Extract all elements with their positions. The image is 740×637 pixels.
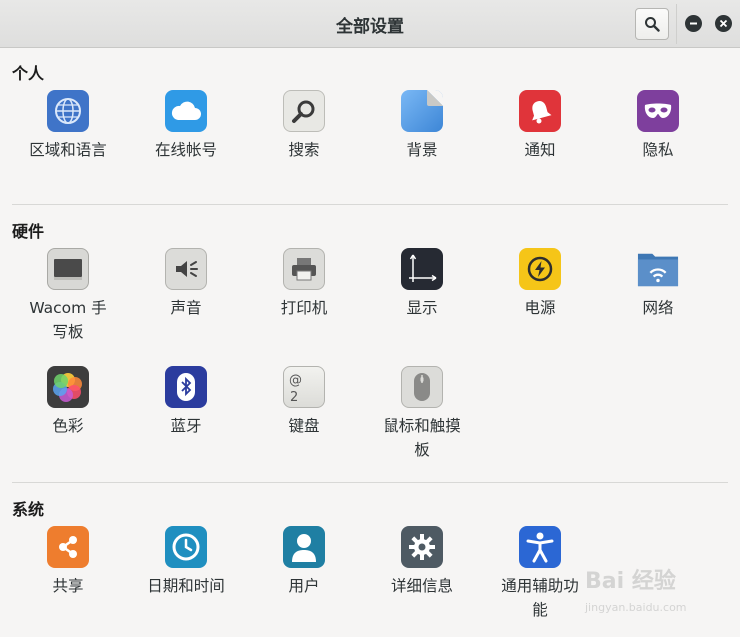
panel-label: 网络 bbox=[642, 299, 674, 317]
gear-icon bbox=[401, 526, 443, 568]
panel-privacy[interactable]: 隐私 bbox=[599, 90, 717, 162]
power-bolt-icon bbox=[519, 248, 561, 290]
panel-background[interactable]: 背景 bbox=[363, 90, 481, 162]
panel-label: 隐私 bbox=[642, 141, 674, 159]
panel-label: 通知 bbox=[524, 141, 556, 159]
panel-label: 搜索 bbox=[288, 141, 320, 159]
panel-label: 鼠标和触摸板 bbox=[383, 417, 461, 459]
panel-label: 蓝牙 bbox=[170, 417, 202, 435]
display-axes-icon bbox=[401, 248, 443, 290]
search-icon bbox=[645, 17, 660, 32]
section-divider bbox=[12, 482, 728, 483]
header-separator bbox=[676, 4, 677, 44]
section-title-personal: 个人 bbox=[12, 64, 45, 83]
panel-label: 用户 bbox=[288, 577, 320, 595]
close-button[interactable] bbox=[715, 15, 732, 32]
panel-label: 在线帐号 bbox=[154, 141, 217, 159]
panel-wacom-tablet[interactable]: Wacom 手写板 bbox=[9, 248, 127, 344]
panel-label: 详细信息 bbox=[390, 577, 453, 595]
mask-icon bbox=[637, 90, 679, 132]
close-icon bbox=[719, 19, 728, 28]
panel-displays[interactable]: 显示 bbox=[363, 248, 481, 320]
panel-label: 显示 bbox=[406, 299, 438, 317]
panel-keyboard[interactable]: @2 键盘 bbox=[245, 366, 363, 438]
watermark-text: Bai 经验 bbox=[585, 569, 676, 594]
panel-network[interactable]: 网络 bbox=[599, 248, 717, 320]
panel-label: 背景 bbox=[406, 141, 438, 159]
panel-date-time[interactable]: 日期和时间 bbox=[127, 526, 245, 598]
network-folder-icon bbox=[637, 248, 679, 290]
panel-region-language[interactable]: 区域和语言 bbox=[9, 90, 127, 162]
panel-sharing[interactable]: 共享 bbox=[9, 526, 127, 598]
panel-notifications[interactable]: 通知 bbox=[481, 90, 599, 162]
cloud-icon bbox=[165, 90, 207, 132]
globe-icon bbox=[47, 90, 89, 132]
section-divider bbox=[12, 204, 728, 205]
wallpaper-icon bbox=[401, 90, 443, 132]
magnifier-icon bbox=[283, 90, 325, 132]
panel-users[interactable]: 用户 bbox=[245, 526, 363, 598]
panel-label: 键盘 bbox=[288, 417, 320, 435]
bell-icon bbox=[519, 90, 561, 132]
panel-search[interactable]: 搜索 bbox=[245, 90, 363, 162]
share-icon bbox=[47, 526, 89, 568]
minimize-icon bbox=[690, 22, 697, 25]
keyboard-key-icon: @2 bbox=[283, 366, 325, 408]
panel-label: Wacom 手写板 bbox=[29, 299, 107, 341]
tablet-icon bbox=[47, 248, 89, 290]
panel-label: 共享 bbox=[52, 577, 84, 595]
panel-label: 电源 bbox=[524, 299, 556, 317]
panel-mouse-touchpad[interactable]: 鼠标和触摸板 bbox=[363, 366, 481, 462]
panel-label: 区域和语言 bbox=[29, 141, 107, 159]
accessibility-person-icon bbox=[519, 526, 561, 568]
watermark: Bai 经验 jingyan.baidu.com bbox=[585, 563, 735, 633]
header-bar: 全部设置 bbox=[0, 0, 740, 48]
svg-text:2: 2 bbox=[290, 390, 298, 405]
clock-icon bbox=[165, 526, 207, 568]
watermark-subtext: jingyan.baidu.com bbox=[585, 601, 687, 614]
printer-icon bbox=[283, 248, 325, 290]
panel-details[interactable]: 详细信息 bbox=[363, 526, 481, 598]
search-button[interactable] bbox=[635, 8, 669, 40]
window-title: 全部设置 bbox=[336, 17, 404, 37]
svg-text:@: @ bbox=[289, 373, 302, 388]
panel-label: 打印机 bbox=[280, 299, 328, 317]
user-icon bbox=[283, 526, 325, 568]
panel-label: 声音 bbox=[170, 299, 202, 317]
panel-printers[interactable]: 打印机 bbox=[245, 248, 363, 320]
panel-label: 日期和时间 bbox=[147, 577, 225, 595]
panel-power[interactable]: 电源 bbox=[481, 248, 599, 320]
color-flower-icon bbox=[47, 366, 89, 408]
panel-bluetooth[interactable]: 蓝牙 bbox=[127, 366, 245, 438]
panel-label: 色彩 bbox=[52, 417, 84, 435]
section-title-hardware: 硬件 bbox=[12, 222, 45, 241]
panel-online-accounts[interactable]: 在线帐号 bbox=[127, 90, 245, 162]
minimize-button[interactable] bbox=[685, 15, 702, 32]
panel-label: 通用辅助功能 bbox=[501, 577, 579, 619]
section-title-system: 系统 bbox=[12, 500, 45, 519]
mouse-icon bbox=[401, 366, 443, 408]
speaker-icon bbox=[165, 248, 207, 290]
panel-accessibility[interactable]: 通用辅助功能 bbox=[481, 526, 599, 622]
panel-sound[interactable]: 声音 bbox=[127, 248, 245, 320]
panel-color[interactable]: 色彩 bbox=[9, 366, 127, 438]
bluetooth-icon bbox=[165, 366, 207, 408]
